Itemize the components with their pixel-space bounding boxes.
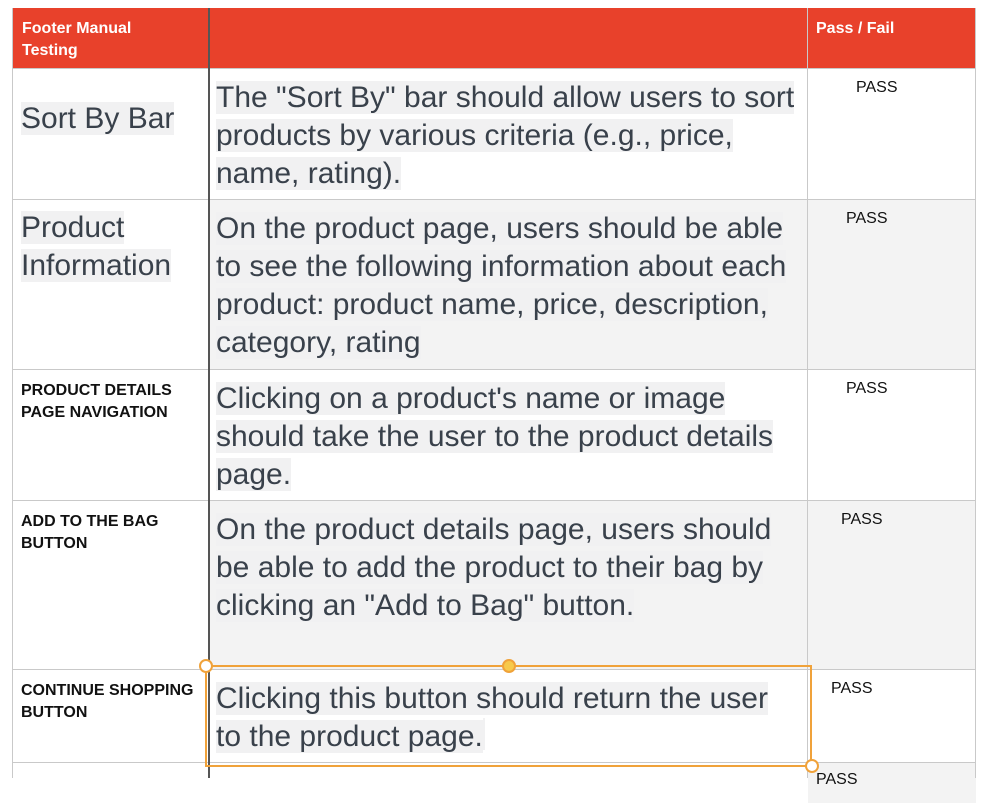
feature-label: Sort By Bar [21,102,175,135]
feature-label: ADD TO THE BAG BUTTON [21,513,159,552]
table-row: PASS [12,763,976,803]
resize-handle-top-middle[interactable] [502,659,516,673]
status-cell[interactable]: PASS [808,670,976,762]
status-text: PASS [841,511,883,528]
status-cell[interactable]: PASS [808,69,976,199]
header-col-feature[interactable]: Footer Manual Testing [22,18,182,62]
status-cell[interactable]: PASS [808,200,976,369]
status-text: PASS [816,771,858,788]
status-text: PASS [846,380,888,397]
resize-handle-top-left[interactable] [199,659,213,673]
table-row: ADD TO THE BAG BUTTON On the product det… [12,501,976,670]
status-cell[interactable]: PASS [808,370,976,500]
table-row: PRODUCT DETAILS PAGE NAVIGATION Clicking… [12,370,976,501]
status-text: PASS [831,680,873,697]
status-text: PASS [856,79,898,96]
spreadsheet: Footer Manual Testing Pass / Fail Sort B… [0,0,1006,803]
feature-cell[interactable]: Product Information [12,200,208,369]
feature-cell[interactable]: CONTINUE SHOPPING BUTTON [12,670,208,762]
description-text: Clicking on a product's name or image sh… [216,382,774,491]
description-cell[interactable]: The "Sort By" bar should allow users to … [210,69,807,199]
feature-label: PRODUCT DETAILS PAGE NAVIGATION [21,382,172,421]
table-row: Product Information On the product page,… [12,200,976,370]
grid-line [12,8,13,778]
grid-line [975,8,976,778]
status-text: PASS [846,210,888,227]
description-text: On the product page, users should be abl… [216,212,787,359]
grid-line [807,8,808,778]
feature-label: Product Information [21,211,172,282]
feature-cell[interactable]: Sort By Bar [12,69,208,199]
text-box-selection[interactable] [205,665,812,767]
table-row: Sort By Bar The "Sort By" bar should all… [12,69,976,200]
header-col-pass-fail[interactable]: Pass / Fail [816,18,894,40]
feature-cell[interactable]: PRODUCT DETAILS PAGE NAVIGATION [12,370,208,500]
status-cell[interactable]: PASS [808,501,976,669]
feature-label: CONTINUE SHOPPING BUTTON [21,682,194,721]
header-row: Footer Manual Testing Pass / Fail [12,8,976,69]
status-cell[interactable]: PASS [808,763,976,803]
resize-handle-bottom-right[interactable] [805,759,819,773]
description-text: On the product details page, users shoul… [216,513,772,622]
description-text: The "Sort By" bar should allow users to … [216,81,795,190]
description-cell[interactable]: On the product page, users should be abl… [210,200,807,369]
description-cell[interactable]: Clicking on a product's name or image sh… [210,370,807,500]
description-cell[interactable]: On the product details page, users shoul… [210,501,807,669]
feature-cell[interactable]: ADD TO THE BAG BUTTON [12,501,208,669]
